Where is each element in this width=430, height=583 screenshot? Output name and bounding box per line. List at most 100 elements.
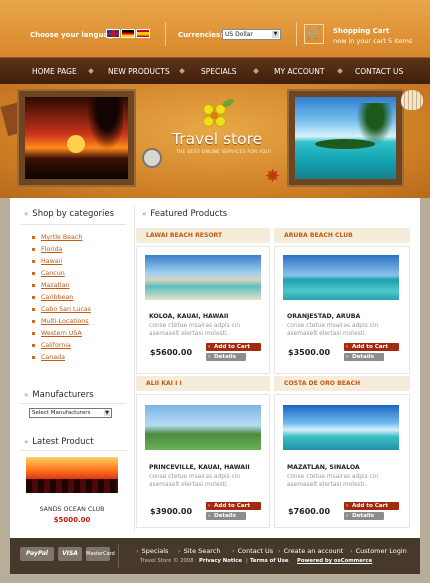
latest-product-heading: » Latest Product xyxy=(24,437,94,447)
divider xyxy=(20,224,126,225)
divider xyxy=(20,403,126,404)
details-button[interactable]: Details xyxy=(344,353,384,361)
copyright: Travel Store © 2008 xyxy=(140,558,194,564)
currency-value: US Dollar xyxy=(225,31,253,38)
flag-spanish-icon[interactable] xyxy=(136,29,150,38)
arrow-icon: » xyxy=(24,210,29,218)
footer-link-customer-login[interactable]: › Customer Login xyxy=(350,547,407,555)
product-card: KOLOA, KAUAI, HAWAII conse ctetue msaira… xyxy=(136,246,270,374)
footer-link-contact-us[interactable]: › Contact Us xyxy=(232,547,273,555)
latest-product-name[interactable]: SANDS OCEAN CLUB xyxy=(10,506,134,513)
nav-home[interactable]: HOME PAGE xyxy=(32,58,77,85)
palm-silhouette xyxy=(83,97,123,157)
category-link[interactable]: Cabo San Lucas xyxy=(41,306,91,313)
bullet-icon xyxy=(32,344,35,347)
category-link[interactable]: Florida xyxy=(41,246,62,253)
bullet-icon xyxy=(32,236,35,239)
starfish-icon: ✸ xyxy=(265,166,281,187)
footer-link-specials[interactable]: › Specials xyxy=(136,547,168,555)
chevron-down-icon: ▼ xyxy=(272,31,279,38)
product-title[interactable]: LAWAI BEACH RESORT xyxy=(136,228,270,243)
category-link[interactable]: Western USA xyxy=(41,330,82,337)
bullet-icon xyxy=(32,308,35,311)
bullet-icon xyxy=(32,296,35,299)
category-link[interactable]: Myrtle Beach xyxy=(41,234,82,241)
bullet-icon xyxy=(32,320,35,323)
product-price: $7600.00 xyxy=(288,507,331,516)
divider xyxy=(20,450,126,451)
category-link[interactable]: California xyxy=(41,342,71,349)
product-description: conse ctetue msairas adpis cin asemaselt… xyxy=(287,323,379,337)
product-location: PRINCEVILLE, KAUAI, HAWAII xyxy=(149,464,250,471)
top-bar: Choose your language: Currencies: US Dol… xyxy=(0,0,430,57)
sunset-photo-frame xyxy=(19,91,134,185)
powered-by-link[interactable]: Powered by osCommerce xyxy=(297,558,372,564)
shopping-cart-icon[interactable]: 🛒 xyxy=(304,24,324,44)
add-to-cart-button[interactable]: Add to Cart xyxy=(206,343,261,351)
category-link[interactable]: Cancun xyxy=(41,270,65,277)
product-location: ORANJESTAD, ARUBA xyxy=(287,313,361,320)
featured-heading: » Featured Products xyxy=(142,209,228,219)
product-image[interactable] xyxy=(283,405,399,450)
main-nav: HOME PAGE NEW PRODUCTS SPECIALS MY ACCOU… xyxy=(0,57,430,84)
island-photo-frame xyxy=(289,91,402,185)
product-price: $3900.00 xyxy=(150,507,193,516)
cart-title[interactable]: Shopping Cart xyxy=(333,27,389,35)
arrow-icon: » xyxy=(24,438,29,446)
latest-product-price: $5000.00 xyxy=(53,516,91,524)
product-description: conse ctetue msairas adpis cin asemaselt… xyxy=(149,323,241,337)
footer-link-create-account[interactable]: › Create an account xyxy=(278,547,343,555)
product-title[interactable]: COSTA DE ORO BEACH xyxy=(274,376,410,391)
visa-logo: VISA xyxy=(58,547,82,561)
flower-icon xyxy=(203,104,227,128)
categories-heading: » Shop by categories xyxy=(24,209,115,219)
product-card: MAZATLAN, SINALOA conse ctetue msairas a… xyxy=(274,394,410,528)
privacy-notice-link[interactable]: Privacy Notice xyxy=(199,558,242,564)
product-title[interactable]: ARUBA BEACH CLUB xyxy=(274,228,410,243)
nav-specials[interactable]: SPECIALS xyxy=(201,58,237,85)
nav-my-account[interactable]: MY ACCOUNT xyxy=(274,58,325,85)
details-button[interactable]: Details xyxy=(344,512,384,520)
add-to-cart-button[interactable]: Add to Cart xyxy=(206,502,261,510)
product-description: conse ctetue msairas adpis cin asemaselt… xyxy=(149,474,241,488)
nav-contact-us[interactable]: CONTACT US xyxy=(355,58,403,85)
divider xyxy=(118,544,119,568)
latest-product-image[interactable] xyxy=(26,457,118,493)
product-card: ORANJESTAD, ARUBA conse ctetue msairas a… xyxy=(274,246,410,374)
flag-english-icon[interactable] xyxy=(106,29,120,38)
page: Choose your language: Currencies: US Dol… xyxy=(0,0,430,583)
banner-title: Travel store xyxy=(172,130,263,148)
category-link[interactable]: Caribbean xyxy=(41,294,73,301)
manufacturer-select-value: Select Manufacturers xyxy=(32,410,91,416)
terms-of-use-link[interactable]: Terms of Use xyxy=(250,558,288,564)
manufacturer-select[interactable]: Select Manufacturers ▼ xyxy=(29,408,112,418)
product-image[interactable] xyxy=(283,255,399,300)
palm-tree-shape xyxy=(355,103,395,147)
product-location: KOLOA, KAUAI, HAWAII xyxy=(149,313,229,320)
bullet-icon xyxy=(32,248,35,251)
details-button[interactable]: Details xyxy=(206,353,246,361)
product-image[interactable] xyxy=(145,405,261,450)
category-link[interactable]: Multi-Locations xyxy=(41,318,89,325)
add-to-cart-button[interactable]: Add to Cart xyxy=(344,343,399,351)
category-link[interactable]: Hawaii xyxy=(41,258,62,265)
product-image[interactable] xyxy=(145,255,261,300)
category-link[interactable]: Canada xyxy=(41,354,65,361)
details-button[interactable]: Details xyxy=(206,512,246,520)
bullet-icon xyxy=(32,284,35,287)
currencies-label: Currencies: xyxy=(178,31,224,39)
nav-new-products[interactable]: NEW PRODUCTS xyxy=(108,58,170,85)
paypal-logo: PayPal xyxy=(20,547,54,561)
nav-separator xyxy=(88,68,94,74)
add-to-cart-button[interactable]: Add to Cart xyxy=(344,502,399,510)
product-price: $3500.00 xyxy=(288,348,331,357)
footer-link-site-search[interactable]: › Site Search xyxy=(178,547,221,555)
nav-separator xyxy=(253,68,259,74)
category-link[interactable]: Mazatlan xyxy=(41,282,70,289)
flag-german-icon[interactable] xyxy=(121,29,135,38)
currency-select[interactable]: US Dollar ▼ xyxy=(222,29,281,40)
product-title[interactable]: ALII KAI I I xyxy=(136,376,270,391)
bullet-icon xyxy=(32,272,35,275)
bullet-icon xyxy=(32,356,35,359)
bullet-icon xyxy=(32,260,35,263)
